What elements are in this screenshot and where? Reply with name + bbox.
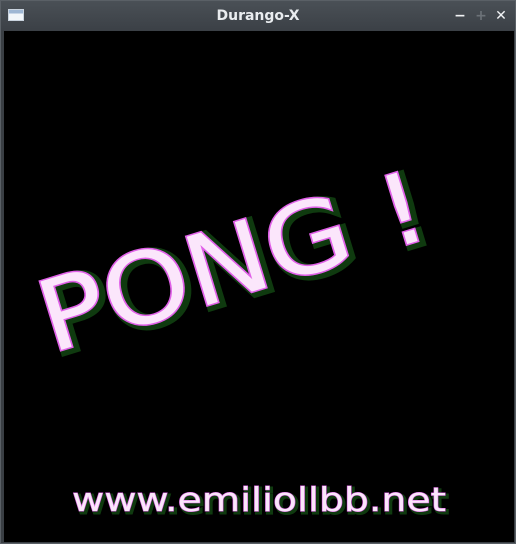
game-display: PONG ! PONG ! www.emiliollbb.net www.emi… bbox=[23, 148, 449, 523]
maximize-button[interactable]: + bbox=[471, 6, 491, 26]
pong-logo: PONG ! PONG ! bbox=[23, 148, 448, 382]
close-button[interactable]: ✕ bbox=[491, 6, 511, 26]
app-window: Durango-X − + ✕ PONG ! PONG ! www.emilio… bbox=[0, 0, 516, 544]
website-url: www.emiliollbb.net bbox=[72, 480, 446, 519]
minimize-button[interactable]: − bbox=[450, 6, 470, 26]
title-bar[interactable]: Durango-X − + ✕ bbox=[1, 1, 515, 31]
window-title: Durango-X bbox=[216, 8, 300, 24]
emulator-screen[interactable]: PONG ! PONG ! www.emiliollbb.net www.emi… bbox=[4, 31, 514, 542]
pong-title: PONG ! bbox=[25, 150, 441, 376]
